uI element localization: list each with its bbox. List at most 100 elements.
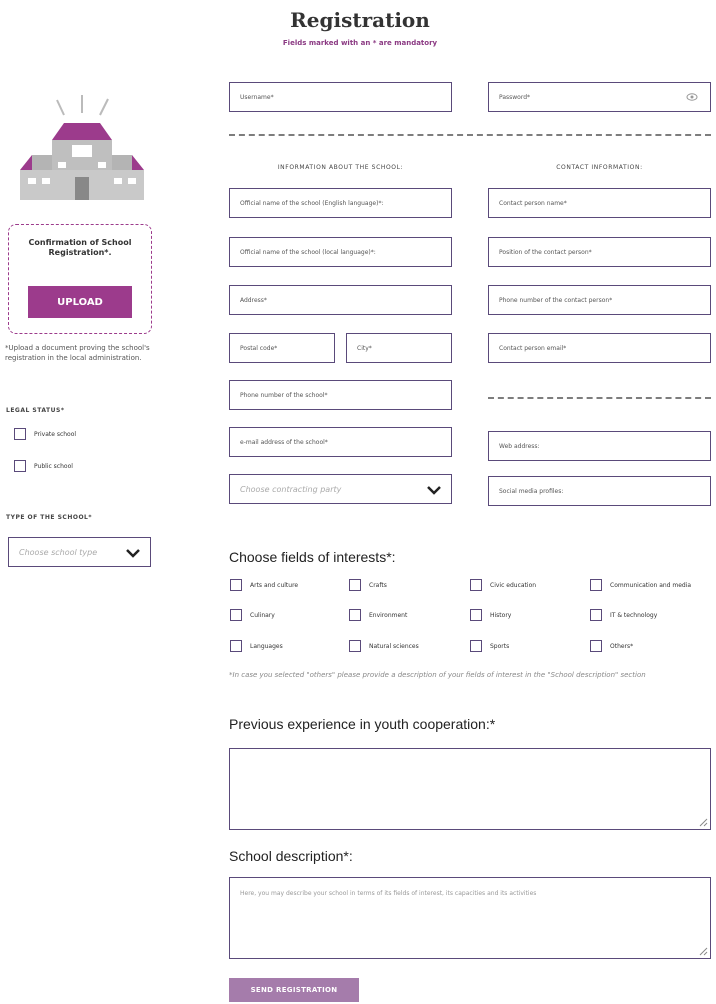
checkbox[interactable]: [470, 609, 482, 621]
placeholder: Postal code*: [240, 344, 278, 352]
contact-email-input[interactable]: Contact person email*: [488, 333, 711, 363]
placeholder: e-mail address of the school*: [240, 438, 328, 446]
upload-button[interactable]: UPLOAD: [28, 286, 132, 318]
select-value: Choose contracting party: [240, 484, 342, 494]
checkbox[interactable]: [349, 640, 361, 652]
chevron-down-icon: [126, 549, 140, 558]
legal-option-public[interactable]: Public school: [14, 460, 73, 472]
interest-option[interactable]: History: [470, 609, 511, 621]
checkbox[interactable]: [590, 640, 602, 652]
send-registration-button[interactable]: SEND REGISTRATION: [229, 978, 359, 1002]
interest-option[interactable]: Natural sciences: [349, 640, 419, 652]
interest-option[interactable]: Languages: [230, 640, 283, 652]
interest-option[interactable]: Communication and media: [590, 579, 710, 591]
checkbox-label: Culinary: [250, 611, 275, 619]
checkbox[interactable]: [349, 579, 361, 591]
upload-note: *Upload a document proving the school's …: [5, 344, 150, 362]
school-info-heading: INFORMATION ABOUT THE SCHOOL:: [277, 164, 404, 171]
checkbox-label: Private school: [34, 430, 77, 438]
interest-option[interactable]: Culinary: [230, 609, 275, 621]
experience-textarea[interactable]: [229, 748, 711, 830]
checkbox[interactable]: [14, 428, 26, 440]
checkbox-label: Languages: [250, 642, 283, 650]
divider: [229, 134, 711, 136]
legal-option-private[interactable]: Private school: [14, 428, 76, 440]
checkbox-label: Arts and culture: [250, 581, 299, 589]
placeholder: City*: [357, 344, 372, 352]
eye-icon[interactable]: [686, 92, 698, 102]
placeholder: Username*: [240, 93, 274, 101]
contact-position-input[interactable]: Position of the contact person*: [488, 237, 711, 267]
contact-phone-input[interactable]: Phone number of the contact person*: [488, 285, 711, 315]
social-media-input[interactable]: Social media profiles:: [488, 476, 711, 506]
checkbox[interactable]: [230, 609, 242, 621]
address-input[interactable]: Address*: [229, 285, 452, 315]
interest-option[interactable]: Sports: [470, 640, 509, 652]
checkbox[interactable]: [349, 609, 361, 621]
placeholder: Contact person name*: [499, 199, 567, 207]
interest-option[interactable]: Arts and culture: [230, 579, 298, 591]
checkbox-label: Natural sciences: [369, 642, 419, 650]
description-textarea[interactable]: Here, you may describe your school in te…: [229, 877, 711, 959]
contact-info-heading: CONTACT INFORMATION:: [556, 164, 643, 171]
chevron-down-icon: [427, 486, 441, 495]
placeholder: Address*: [240, 296, 267, 304]
interests-note: *In case you selected "others" please pr…: [229, 671, 646, 679]
checkbox[interactable]: [470, 579, 482, 591]
placeholder: Phone number of the school*: [240, 391, 328, 399]
school-name-local-input[interactable]: Official name of the school (local langu…: [229, 237, 452, 267]
checkbox-label: Communication and media: [610, 581, 692, 589]
description-heading: School description*:: [229, 848, 353, 864]
upload-title: Confirmation of School Registration*.: [28, 238, 132, 257]
checkbox-label: Crafts: [369, 581, 387, 589]
city-input[interactable]: City*: [346, 333, 452, 363]
school-type-label: TYPE OF THE SCHOOL*: [6, 514, 93, 521]
school-name-english-input[interactable]: Official name of the school (English lan…: [229, 188, 452, 218]
password-input[interactable]: Password*: [488, 82, 711, 112]
school-phone-input[interactable]: Phone number of the school*: [229, 380, 452, 410]
select-value: Choose school type: [19, 547, 98, 557]
checkbox[interactable]: [470, 640, 482, 652]
school-building-icon: [20, 95, 144, 200]
interest-option[interactable]: Civic education: [470, 579, 536, 591]
resize-handle-icon[interactable]: [698, 817, 708, 827]
placeholder: Official name of the school (English lan…: [240, 199, 384, 207]
contact-name-input[interactable]: Contact person name*: [488, 188, 711, 218]
postal-code-input[interactable]: Postal code*: [229, 333, 335, 363]
checkbox-label: Civic education: [490, 581, 537, 589]
page-title: Registration: [290, 8, 430, 32]
placeholder: Here, you may describe your school in te…: [240, 890, 537, 897]
interest-option[interactable]: Environment: [349, 609, 407, 621]
resize-handle-icon[interactable]: [698, 946, 708, 956]
checkbox[interactable]: [230, 579, 242, 591]
interest-option[interactable]: Crafts: [349, 579, 387, 591]
checkbox-label: Public school: [34, 462, 73, 470]
username-input[interactable]: Username*: [229, 82, 452, 112]
checkbox-label: Others*: [610, 642, 634, 650]
mandatory-note: Fields marked with an * are mandatory: [282, 39, 438, 47]
checkbox-label: IT & technology: [610, 611, 658, 619]
checkbox[interactable]: [14, 460, 26, 472]
placeholder: Password*: [499, 93, 531, 101]
placeholder: Social media profiles:: [499, 487, 564, 495]
checkbox[interactable]: [590, 609, 602, 621]
checkbox-label: History: [490, 611, 512, 619]
placeholder: Contact person email*: [499, 344, 567, 352]
placeholder: Official name of the school (local langu…: [240, 248, 376, 256]
placeholder: Web address:: [499, 442, 540, 450]
placeholder: Position of the contact person*: [499, 248, 592, 256]
web-address-input[interactable]: Web address:: [488, 431, 711, 461]
placeholder: Phone number of the contact person*: [499, 296, 613, 304]
contracting-party-select[interactable]: Choose contracting party: [229, 474, 452, 504]
checkbox[interactable]: [230, 640, 242, 652]
checkbox-label: Environment: [369, 611, 408, 619]
checkbox[interactable]: [590, 579, 602, 591]
experience-heading: Previous experience in youth cooperation…: [229, 716, 496, 732]
legal-status-label: LEGAL STATUS*: [6, 407, 65, 414]
interest-option[interactable]: Others*: [590, 640, 633, 652]
school-email-input[interactable]: e-mail address of the school*: [229, 427, 452, 457]
divider: [488, 397, 711, 399]
interests-heading: Choose fields of interests*:: [229, 549, 396, 565]
interest-option[interactable]: IT & technology: [590, 609, 657, 621]
school-type-select[interactable]: Choose school type: [8, 537, 151, 567]
